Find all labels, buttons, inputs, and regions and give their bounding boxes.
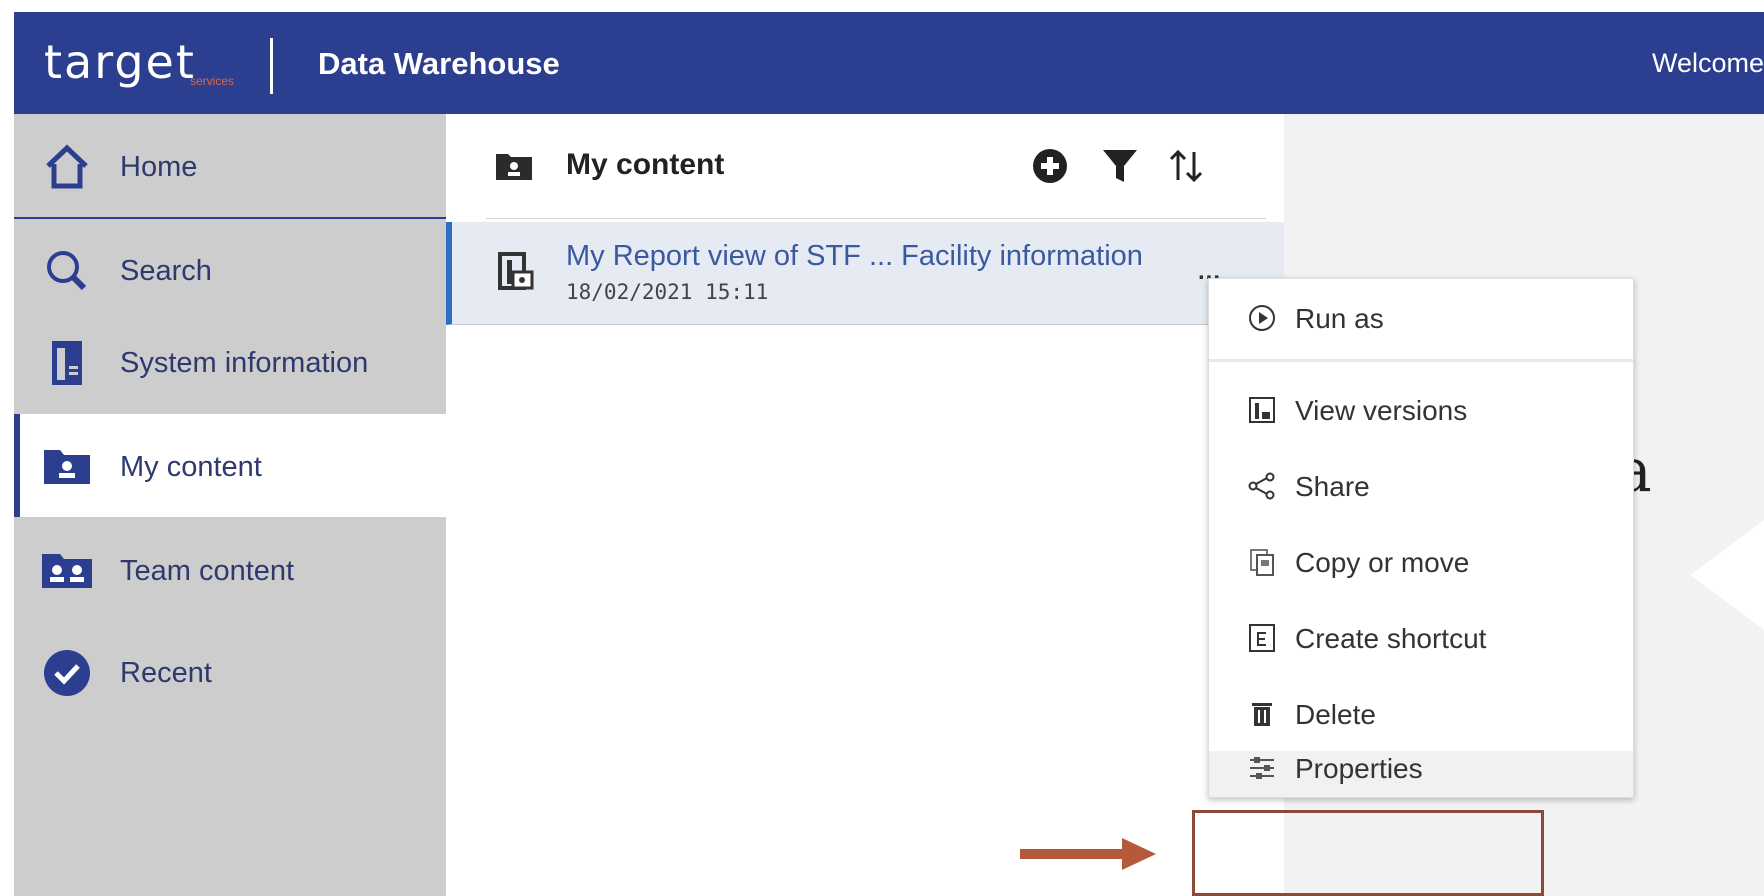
sidebar-item-label: Home [120,151,198,183]
versions-icon [1249,397,1275,423]
my-content-folder-icon [44,450,90,484]
menu-item-label: Run as [1295,303,1384,334]
sidebar-item-label: System information [120,347,369,379]
app-title: Data Warehouse [318,46,560,81]
decorative-shape [1690,520,1764,630]
sidebar-item-label: Recent [120,657,212,689]
menu-item-label: View versions [1295,395,1468,426]
menu-item-properties[interactable]: Properties [1209,751,1633,797]
filter-icon[interactable] [1102,148,1138,184]
welcome-text: Welcome [1651,48,1764,78]
sidebar-item-my-content[interactable]: My content [14,414,446,517]
shortcut-icon [1249,624,1275,652]
page-title: My content [566,148,725,181]
menu-item-run-as[interactable]: Run as [1209,279,1633,362]
menu-item-label: Share [1295,471,1370,502]
share-icon [1248,472,1275,500]
list-item[interactable]: My Report view of STF ... Facility infor… [446,222,1284,325]
properties-highlight-box [1192,810,1544,896]
home-icon [46,144,88,189]
context-menu: Run as View versions Share Copy or move [1208,278,1634,798]
sidebar: Home Search System information My conten… [14,114,446,896]
recent-check-icon [44,650,90,696]
team-content-folder-icon [42,554,92,588]
sidebar-item-home[interactable]: Home [14,114,446,219]
menu-item-label: Delete [1295,699,1376,730]
menu-item-share[interactable]: Share [1209,447,1633,527]
menu-item-label: Copy or move [1295,547,1470,578]
run-icon [1249,305,1275,331]
trash-icon [1252,703,1272,726]
report-title-link[interactable]: My Report view of STF ... Facility infor… [566,240,1143,273]
sidebar-item-label: Team content [120,555,295,587]
brand-logo[interactable]: target [44,32,196,92]
annotation-arrow-icon [1020,838,1156,870]
menu-item-delete[interactable]: Delete [1209,675,1633,755]
menu-item-label: Properties [1295,753,1423,784]
brand-logo-sub: services [190,74,235,88]
header-divider [486,218,1266,219]
add-icon[interactable] [1032,148,1068,184]
properties-icon [1250,757,1274,779]
sidebar-item-team-content[interactable]: Team content [14,518,446,621]
menu-item-view-versions[interactable]: View versions [1209,371,1633,451]
search-icon [47,251,87,291]
report-view-icon [498,252,534,290]
sidebar-item-search[interactable]: Search [14,218,446,321]
my-content-folder-icon [496,154,532,180]
sidebar-item-system-information[interactable]: System information [14,310,446,413]
sidebar-item-label: Search [120,255,212,287]
sidebar-item-recent[interactable]: Recent [14,620,446,723]
system-info-icon [52,341,82,385]
menu-item-create-shortcut[interactable]: Create shortcut [1209,599,1633,679]
menu-item-copy-or-move[interactable]: Copy or move [1209,523,1633,603]
menu-item-label: Create shortcut [1295,623,1487,654]
sidebar-item-label: My content [120,451,262,483]
sort-icon[interactable] [1168,148,1204,184]
content-panel: My content My Report view of STF ... Fac… [446,114,1284,896]
copy-icon [1250,549,1274,576]
logo-separator [270,38,273,94]
top-bar: target services Data Warehouse Welcome [14,12,1764,114]
report-timestamp: 18/02/2021 15:11 [566,280,769,304]
